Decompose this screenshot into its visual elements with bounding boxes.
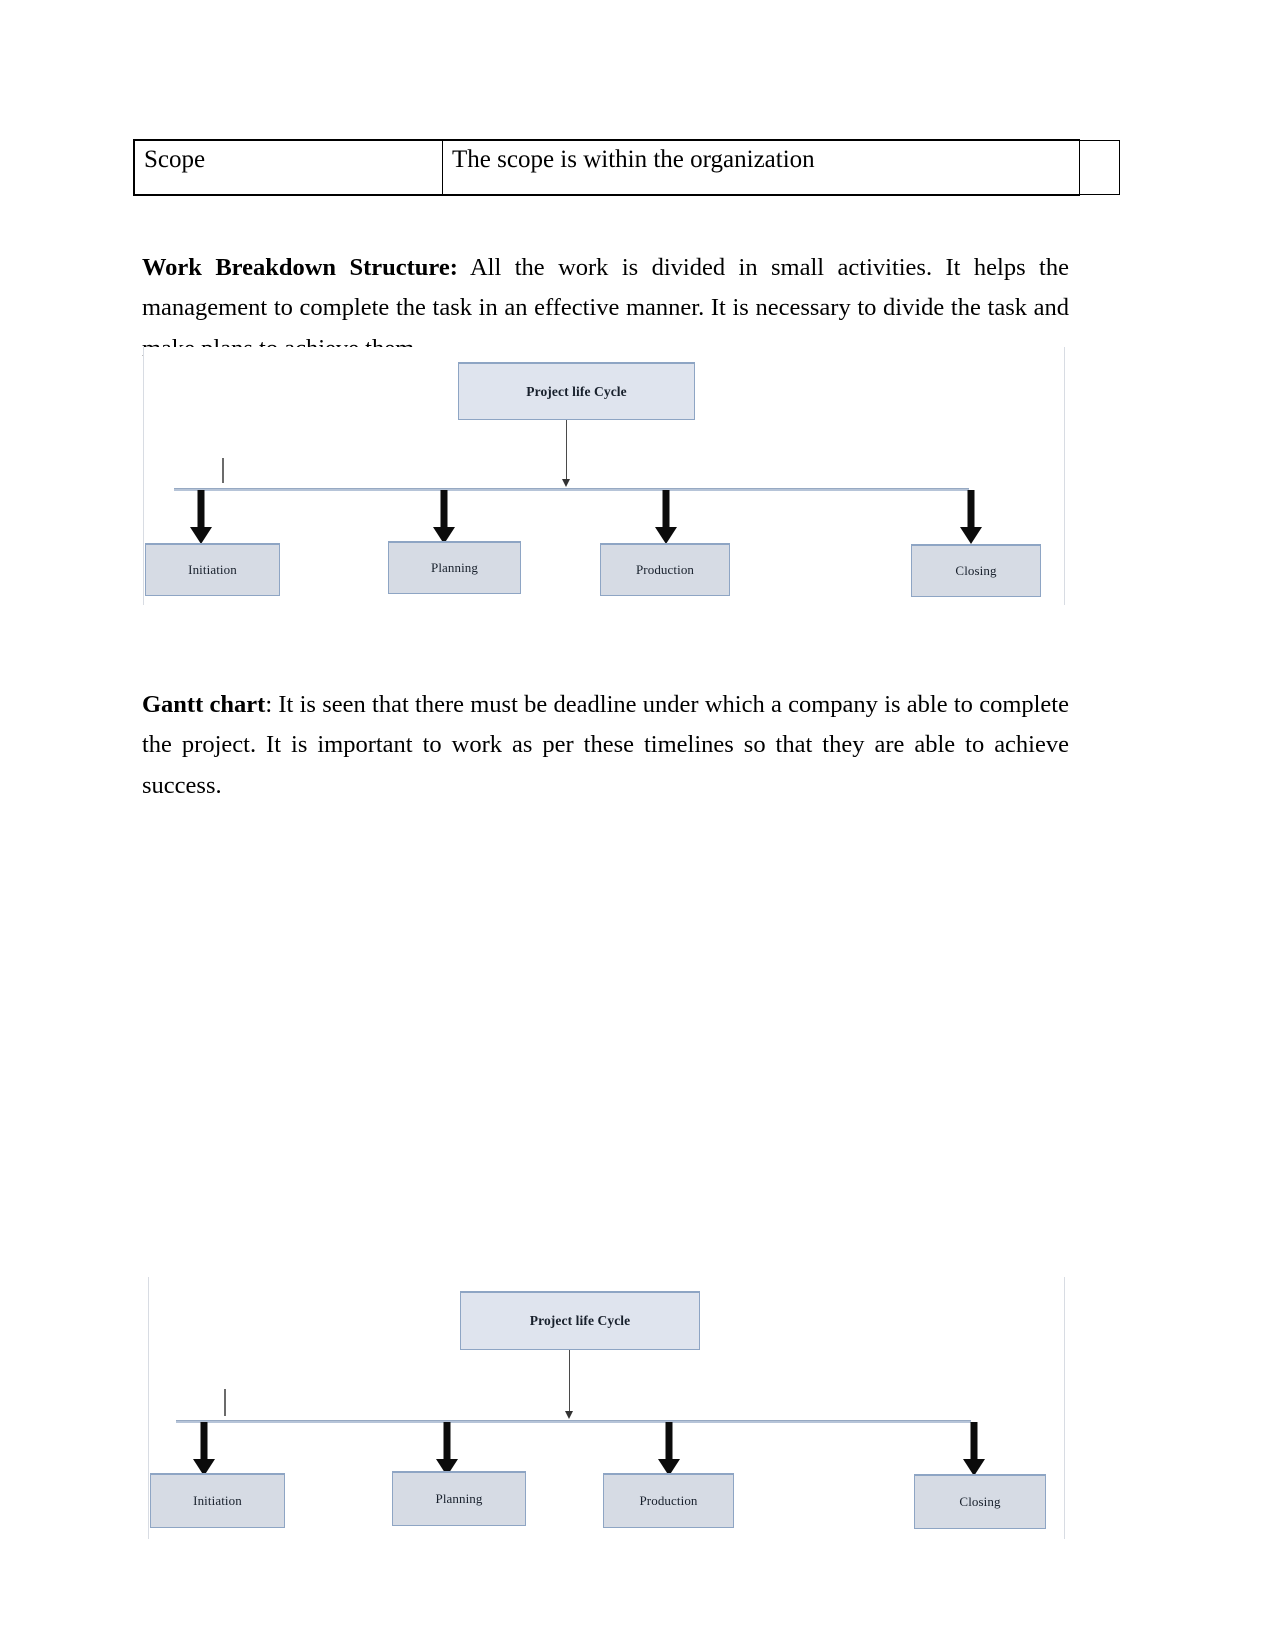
wbs1-arrow-closing	[960, 490, 982, 544]
wbs2-arrow-production	[658, 1422, 680, 1476]
wbs1-arrow-initiation	[190, 490, 212, 544]
paragraph-lead-in: Gantt chart	[142, 690, 266, 718]
wbs2-leaf-planning: Planning	[392, 1471, 526, 1526]
wbs1-arrow-production	[655, 490, 677, 544]
wbs2-leaf-closing: Closing	[914, 1474, 1046, 1529]
wbs2-root-label: Project life Cycle	[529, 1313, 631, 1328]
wbs1-leaf-planning: Planning	[388, 541, 521, 594]
image-edge-right	[1064, 347, 1065, 605]
wbs-diagram-1: Project life Cycle Initiation Planning P…	[143, 347, 1065, 605]
wbs2-leaf-planning-label: Planning	[435, 1491, 483, 1506]
image-edge-left	[143, 347, 144, 605]
wbs2-root-connector	[569, 1350, 571, 1414]
document-page: Scope The scope is within the organizati…	[0, 0, 1275, 1650]
table-cell-value: The scope is within the organization	[442, 140, 1120, 195]
wbs2-arrow-initiation	[193, 1422, 215, 1476]
wbs1-leaf-closing: Closing	[911, 544, 1041, 597]
wbs1-leaf-closing-label: Closing	[955, 563, 997, 578]
wbs1-leaf-production-label: Production	[635, 562, 695, 577]
image-edge-right	[1064, 1277, 1065, 1539]
wbs2-arrow-planning	[436, 1422, 458, 1476]
wbs2-distribution-line	[176, 1420, 971, 1423]
wbs1-root-connector-arrowhead	[562, 479, 570, 487]
wbs1-root-connector	[566, 420, 568, 482]
wbs2-root-connector-arrowhead	[565, 1411, 573, 1419]
wbs2-leaf-initiation: Initiation	[150, 1473, 285, 1528]
image-edge-left	[148, 1277, 149, 1539]
table-row: Scope The scope is within the organizati…	[134, 140, 1120, 195]
wbs1-tick-mark	[222, 458, 224, 483]
paragraph-gantt-chart: Gantt chart: It is seen that there must …	[142, 685, 1069, 807]
wbs1-leaf-initiation-label: Initiation	[188, 562, 237, 577]
wbs2-leaf-closing-label: Closing	[959, 1494, 1001, 1509]
scope-table: Scope The scope is within the organizati…	[133, 139, 1120, 196]
wbs-diagram-2: Project life Cycle Initiation Planning P…	[148, 1277, 1065, 1539]
wbs2-tick-mark	[224, 1389, 226, 1416]
paragraph-lead-in: Work Breakdown Structure:	[142, 253, 458, 281]
wbs2-arrow-closing	[963, 1422, 985, 1476]
table-cell-label: Scope	[134, 140, 443, 195]
wbs1-root-label: Project life Cycle	[526, 383, 627, 399]
wbs1-leaf-planning-label: Planning	[430, 560, 479, 575]
wbs2-leaf-production: Production	[603, 1473, 734, 1528]
wbs1-distribution-line	[174, 488, 969, 491]
wbs2-leaf-initiation-label: Initiation	[193, 1493, 242, 1508]
wbs2-root-node: Project life Cycle	[460, 1291, 700, 1350]
wbs1-leaf-initiation: Initiation	[145, 543, 280, 596]
wbs1-arrow-planning	[433, 490, 455, 544]
wbs2-leaf-production-label: Production	[639, 1493, 698, 1508]
wbs1-root-node: Project life Cycle	[458, 362, 695, 420]
paragraph-body: : It is seen that there must be deadline…	[142, 690, 1069, 799]
wbs1-leaf-production: Production	[600, 543, 730, 596]
